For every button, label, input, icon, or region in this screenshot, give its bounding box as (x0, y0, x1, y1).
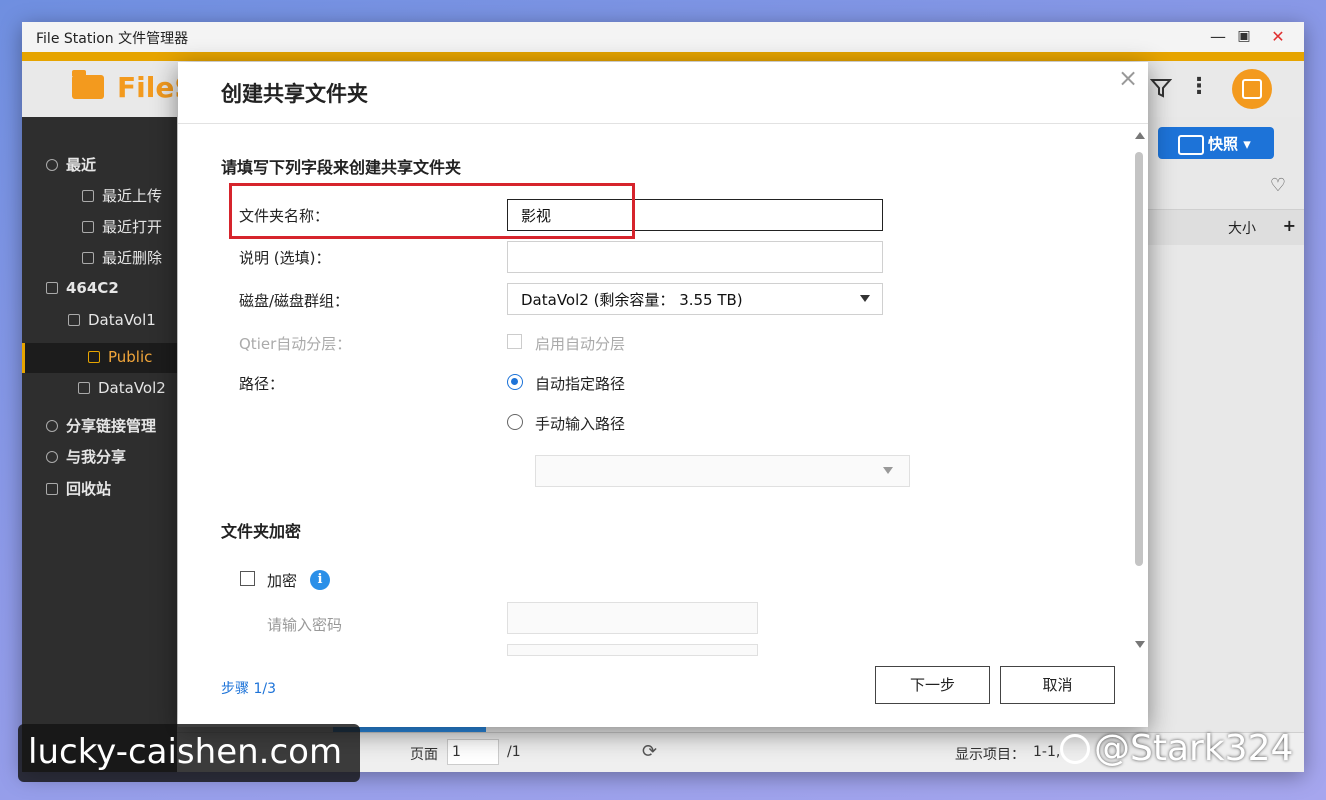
encrypt-label: 加密 (267, 572, 298, 590)
file-list-pane: 快照 ▾ ♡ 大小 + (1148, 117, 1304, 732)
page-total: /1 (507, 744, 521, 760)
sidebar-item-recent-open[interactable]: 最近打开 (82, 216, 162, 237)
list-icon (82, 252, 94, 264)
scrollbar-thumb[interactable] (1135, 152, 1143, 566)
highlight-annotation-box (229, 183, 635, 239)
close-window-icon[interactable]: ✕ (1268, 27, 1288, 46)
qtier-label: Qtier自动分层： (239, 335, 352, 353)
chevron-down-icon (860, 295, 870, 302)
trash-icon (46, 483, 58, 495)
baidu-paw-icon (1060, 734, 1090, 764)
page-input[interactable]: 1 (447, 739, 499, 765)
column-header: 大小 + (1148, 209, 1304, 245)
minimize-icon[interactable]: — (1208, 27, 1228, 46)
cancel-button[interactable]: 取消 (1000, 666, 1115, 704)
more-vert-icon[interactable]: ⋮ (1188, 74, 1210, 100)
drive-icon (68, 314, 80, 326)
sidebar-item-datavol1[interactable]: DataVol1 (68, 311, 156, 329)
path-auto-label[interactable]: 自动指定路径 (535, 373, 625, 394)
dialog-title: 创建共享文件夹 (221, 82, 368, 106)
refresh-icon[interactable]: ⟳ (642, 741, 657, 762)
sidebar-item-recycle-bin[interactable]: 回收站 (46, 478, 111, 499)
share-icon (46, 420, 58, 432)
scroll-up-icon[interactable] (1135, 132, 1145, 139)
sidebar-item-shared-with-me[interactable]: 与我分享 (46, 446, 126, 467)
shared-with-me-icon (46, 451, 58, 463)
disk-select[interactable]: DataVol2 (剩余容量： 3.55 TB) (507, 283, 883, 315)
path-label: 路径： (239, 375, 285, 393)
path-select[interactable] (535, 455, 910, 487)
password-confirm-input[interactable] (507, 644, 758, 656)
sidebar-item-recent-upload[interactable]: 最近上传 (82, 185, 162, 206)
page-label: 页面 (410, 747, 438, 763)
favorite-icon[interactable]: ♡ (1270, 175, 1286, 196)
encrypt-checkbox[interactable] (240, 571, 255, 586)
section-fields-heading: 请填写下列字段来创建共享文件夹 (221, 158, 462, 177)
sidebar: 最近 最近上传 最近打开 最近删除 464C2 DataVol1 Public … (22, 117, 177, 772)
path-auto-radio[interactable] (507, 374, 523, 390)
display-items-label: 显示项目： (955, 747, 1025, 763)
close-icon[interactable]: × (1116, 66, 1140, 90)
snapshot-button[interactable]: 快照 ▾ (1158, 127, 1274, 159)
window-title: File Station 文件管理器 (36, 31, 189, 47)
dialog-scrollbar[interactable] (1134, 130, 1146, 650)
drive-icon (78, 382, 90, 394)
password-input[interactable] (507, 602, 758, 634)
info-icon[interactable]: i (310, 570, 330, 590)
chevron-down-icon (883, 467, 893, 474)
create-share-folder-dialog: 创建共享文件夹 × 请填写下列字段来创建共享文件夹 文件夹名称： 影视 说明 (… (178, 62, 1148, 727)
add-column-icon[interactable]: + (1283, 216, 1296, 235)
watermark-left: lucky-caishen.com (18, 724, 360, 782)
path-manual-radio[interactable] (507, 414, 523, 430)
nas-icon (46, 282, 58, 294)
sidebar-item-datavol2[interactable]: DataVol2 (78, 379, 166, 397)
description-input[interactable] (507, 241, 883, 273)
watermark-right: @Stark324 (1060, 728, 1293, 769)
sidebar-item-share-links[interactable]: 分享链接管理 (46, 415, 156, 436)
maximize-icon[interactable]: ▣ (1234, 28, 1254, 44)
qtier-checkbox[interactable] (507, 334, 522, 349)
disk-select-value: DataVol2 (剩余容量： 3.55 TB) (521, 291, 743, 309)
step-indicator: 步骤 1/3 (221, 681, 276, 697)
filter-icon[interactable] (1150, 77, 1172, 99)
section-encryption-heading: 文件夹加密 (221, 522, 302, 541)
sidebar-item-nas[interactable]: 464C2 (46, 279, 119, 297)
snapshot-avatar-icon[interactable] (1232, 69, 1272, 109)
window-titlebar: File Station 文件管理器 — ▣ ✕ (22, 22, 1304, 52)
accent-bar (22, 52, 1304, 61)
sidebar-item-recent[interactable]: 最近 (46, 154, 96, 175)
display-items-value: 1-1, (1033, 744, 1061, 760)
disk-label: 磁盘/磁盘群组： (239, 292, 350, 310)
qtier-option-label: 启用自动分层 (535, 335, 626, 353)
list-icon (82, 190, 94, 202)
sidebar-item-public[interactable]: Public (88, 348, 152, 366)
sidebar-item-recent-deleted[interactable]: 最近删除 (82, 247, 162, 268)
description-label: 说明 (选填)： (239, 249, 331, 267)
clock-icon (46, 159, 58, 171)
password-label: 请输入密码 (267, 616, 343, 634)
list-icon (82, 221, 94, 233)
folder-icon (88, 351, 100, 363)
folder-icon (72, 70, 104, 99)
dialog-header: 创建共享文件夹 × (178, 62, 1148, 124)
next-button[interactable]: 下一步 (875, 666, 990, 704)
scroll-down-icon[interactable] (1135, 641, 1145, 648)
column-size[interactable]: 大小 (1228, 218, 1256, 238)
path-manual-label[interactable]: 手动输入路径 (535, 413, 625, 434)
